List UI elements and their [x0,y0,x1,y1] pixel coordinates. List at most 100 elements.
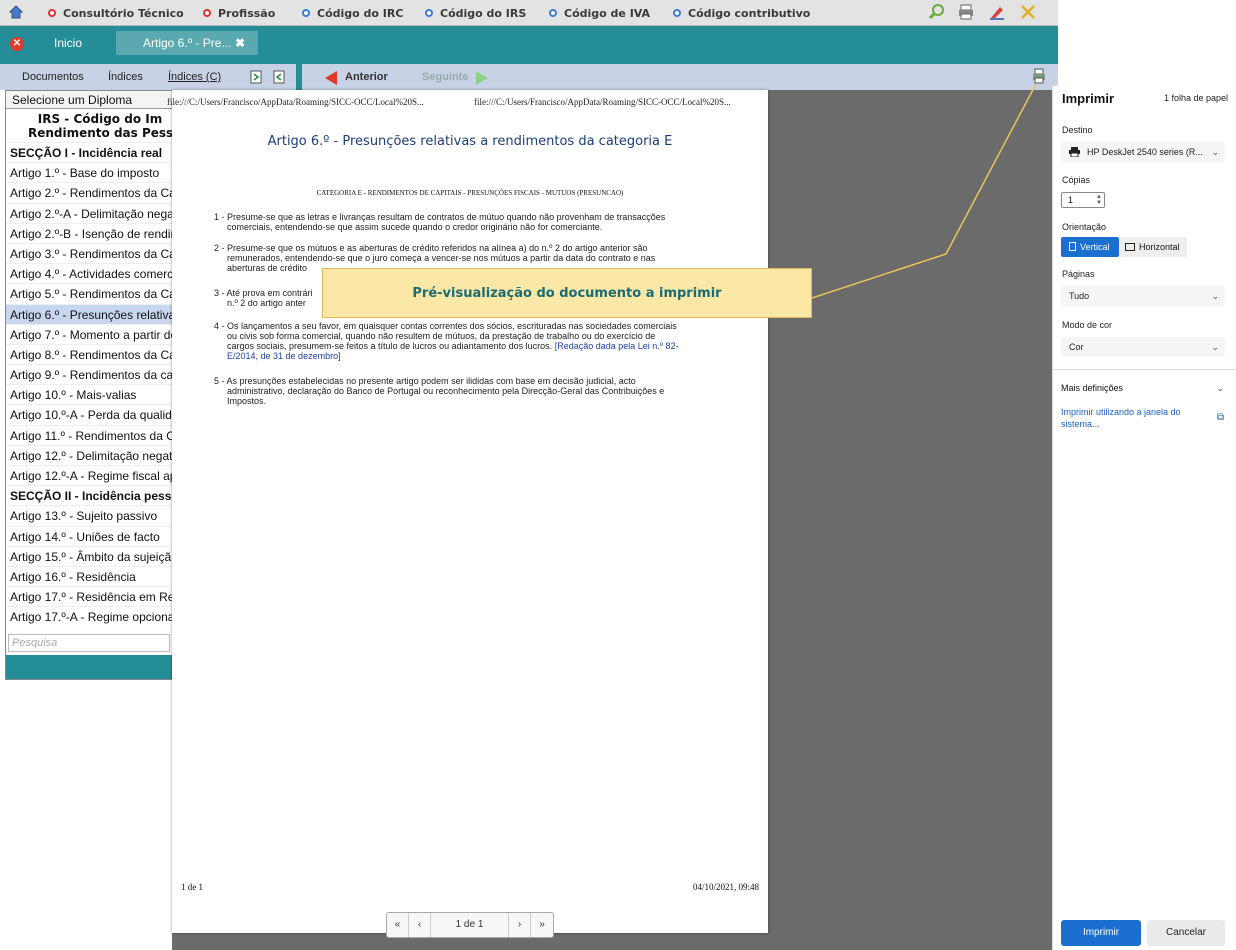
sidebar-item-article[interactable]: Artigo 1.º - Base do imposto [6,162,172,182]
page-header-left: file:///C:/Users/Francisco/AppData/Roami… [167,97,424,107]
next-page-button[interactable]: › [509,913,531,937]
section-heading[interactable]: SECÇÃO I - Incidência real [6,142,172,162]
expand-icon[interactable] [250,70,262,84]
sidebar-item-article[interactable]: Artigo 12.º-A - Regime fiscal ap [6,465,172,485]
sidebar-item-article[interactable]: Artigo 16.º - Residência [6,565,172,586]
sidebar-item-article[interactable]: Artigo 12.º - Delimitação negati [6,444,172,465]
search-input[interactable]: Pesquisa [8,634,170,652]
link-indices[interactable]: Índices [108,71,143,83]
next-button[interactable]: Seguinte [422,71,468,83]
bullet-icon [425,9,433,17]
amendment-link[interactable]: [Redação dada pela Lei n.º 82- [555,341,679,351]
pages-label: Páginas [1062,269,1095,279]
nav-profissao[interactable]: Profissão [203,0,275,26]
diploma-title: IRS - Código do Im Rendimento das Pess [28,112,173,140]
link-indices-c[interactable]: Índices (C) [168,71,221,83]
destination-label: Destino [1062,125,1093,135]
tab-artigo-6[interactable]: Artigo 6.º - Pre... ✖ [116,31,258,55]
sidebar-item-article[interactable]: Artigo 3.º - Rendimentos da Ca [6,242,172,263]
sidebar-item-article[interactable]: Artigo 2.º - Rendimentos da Ca [6,182,172,202]
sidebar-item-article[interactable]: Artigo 10.º - Mais-valias [6,384,172,404]
destination-select[interactable]: HP DeskJet 2540 series (R... ⌄ [1061,142,1225,162]
nav-codigo-iva[interactable]: Código de IVA [549,0,650,26]
chevron-down-icon[interactable]: ⌄ [1216,383,1224,394]
orientation-vertical-button[interactable]: Vertical [1061,237,1119,257]
last-page-button[interactable]: » [531,913,553,937]
print-title: Imprimir [1062,91,1115,106]
panel-divider [1053,369,1236,370]
copies-label: Cópias [1062,175,1091,185]
previous-arrow-icon[interactable] [325,71,337,85]
paragraph-4: 4 - Os lançamentos a seu favor, em quais… [214,321,734,361]
chevron-down-icon: ⌄ [1211,291,1219,301]
sidebar-item-article[interactable]: Artigo 14.º - Uniões de facto [6,525,172,546]
sidebar-item-article[interactable]: Artigo 8.º - Rendimentos da Ca [6,343,172,364]
stepper-icon[interactable]: ▲ ▼ [1096,194,1102,206]
sidebar-item-article[interactable]: Artigo 2.º-B - Isenção de rendin [6,222,172,243]
print-document-icon[interactable] [1031,68,1047,84]
pen-icon[interactable] [988,3,1006,21]
tools-icon[interactable] [1019,3,1037,21]
document-title: Artigo 6.º - Presunções relativas a rend… [267,134,673,149]
color-mode-select[interactable]: Cor ⌄ [1061,337,1225,357]
sidebar-item-article[interactable]: Artigo 7.º - Momento a partir do [6,323,172,344]
portrait-icon [1069,242,1076,251]
sidebar-item-article[interactable]: Artigo 15.º - Âmbito da sujeiçã [6,545,172,566]
sidebar-item-article[interactable]: Artigo 5.º - Rendimentos da Ca [6,283,172,303]
previous-button[interactable]: Anterior [345,71,388,83]
sidebar-item-article[interactable]: Artigo 2.º-A - Delimitação negat [6,202,172,223]
page-header-right: file:///C:/Users/Francisco/AppData/Roami… [474,97,731,107]
nav-codigo-contributivo[interactable]: Código contributivo [673,0,810,26]
pages-select[interactable]: Tudo ⌄ [1061,286,1225,306]
nav-consultorio-tecnico[interactable]: Consultório Técnico [48,0,184,26]
cancel-button[interactable]: Cancelar [1147,920,1225,946]
sidebar-item-article[interactable]: Artigo 17.º - Residência em Re [6,586,172,606]
toolbar-separator [296,64,302,90]
sidebar-item-article[interactable]: Artigo 9.º - Rendimentos da cat [6,364,172,384]
home-icon[interactable] [8,4,24,20]
system-dialog-link[interactable]: Imprimir utilizando a janela do sistema.… [1061,406,1201,430]
sidebar-item-article[interactable]: Artigo 10.º-A - Perda da qualida [6,404,172,424]
sidebar-item-article[interactable]: Artigo 13.º - Sujeito passivo [6,505,172,525]
printer-icon [1069,147,1080,157]
tab-label: Artigo 6.º - Pre... [143,36,232,50]
tab-inicio[interactable]: Inicio [54,36,82,50]
copies-input[interactable]: 1 ▲ ▼ [1061,192,1105,208]
color-mode-label: Modo de cor [1062,320,1113,330]
chevron-down-icon: ⌄ [1211,342,1219,352]
article-list: SECÇÃO I - Incidência real Artigo 1.º - B… [6,142,172,627]
sidebar-item-article[interactable]: Artigo 17.º-A - Regime opciona [6,606,172,626]
preview-page: file:///C:/Users/Francisco/AppData/Roami… [167,90,768,933]
next-arrow-icon[interactable] [476,71,488,85]
nav-codigo-irs[interactable]: Código do IRS [425,0,526,26]
print-timestamp: 04/10/2021, 09:48 [692,882,759,892]
amendment-link-cont[interactable]: E/2014, de 31 de dezembro] [214,351,734,361]
external-link-icon[interactable]: ⧉ [1217,412,1224,423]
orientation-horizontal-button[interactable]: Horizontal [1119,237,1187,257]
sidebar-item-article[interactable]: Artigo 11.º - Rendimentos da C [6,424,172,445]
printer-icon[interactable] [957,3,975,21]
sidebar-footer [6,655,172,679]
sidebar-item-article[interactable]: Artigo 4.º - Actividades comerci [6,263,172,283]
first-page-button[interactable]: « [387,913,409,937]
print-button[interactable]: Imprimir [1061,920,1141,946]
collapse-icon[interactable] [273,70,285,84]
print-settings-panel: Imprimir 1 folha de papel Destino HP Des… [1052,86,1236,950]
sub-toolbar: Documentos Índices Índices (C) Anterior … [0,64,1058,90]
top-menu-bar: Consultório Técnico Profissão Código do … [0,0,1058,26]
link-documentos[interactable]: Documentos [22,71,84,83]
close-all-icon[interactable]: ✕ [10,37,24,51]
search-icon[interactable] [928,3,946,21]
page-navigator: « ‹ 1 de 1 › » [386,912,554,938]
nav-codigo-irc[interactable]: Código do IRC [302,0,403,26]
sidebar-item-article[interactable]: Artigo 6.º - Presunções relativa [6,303,172,324]
bullet-icon [48,9,56,17]
chevron-down-icon: ⌄ [1211,147,1219,157]
diploma-select[interactable]: Selecione um Diploma [6,91,172,109]
more-settings[interactable]: Mais definições [1061,383,1123,393]
section-heading[interactable]: SECÇÃO II - Incidência pessoa [6,485,172,505]
paragraph-5: 5 - As presunções estabelecidas no prese… [214,376,665,406]
prev-page-button[interactable]: ‹ [409,913,431,937]
orientation-label: Orientação [1062,222,1107,232]
close-tab-icon[interactable]: ✖ [235,36,245,50]
